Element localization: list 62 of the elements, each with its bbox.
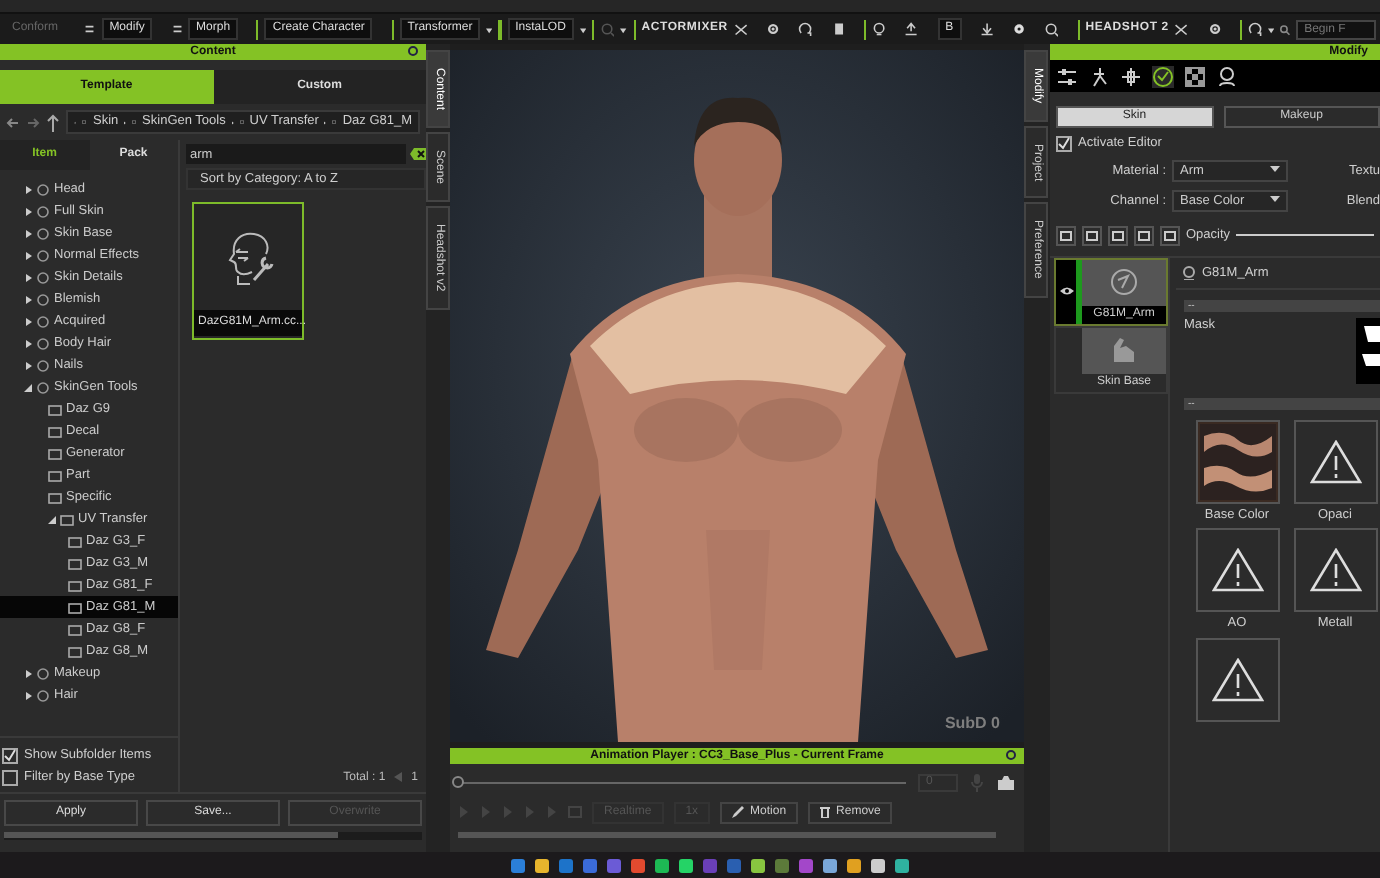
figure-icon[interactable] <box>1088 65 1110 87</box>
expand-arrow-icon[interactable] <box>24 361 32 369</box>
expand-arrow-icon[interactable] <box>24 251 32 259</box>
caret-icon[interactable] <box>486 25 493 33</box>
forward-icon[interactable] <box>26 115 40 129</box>
checkbox[interactable] <box>1056 135 1072 152</box>
pen-icon <box>732 806 745 819</box>
refresh-icon[interactable] <box>798 20 814 38</box>
expand-arrow-icon[interactable] <box>24 273 32 281</box>
crosshair-icon[interactable] <box>1120 65 1142 87</box>
scrollbar[interactable] <box>4 832 422 840</box>
texture-slot[interactable] <box>1293 419 1377 504</box>
caret-icon[interactable] <box>579 25 587 33</box>
texture-slot[interactable] <box>1293 528 1377 613</box>
expand-arrow-icon[interactable] <box>24 185 32 193</box>
upload-icon[interactable] <box>904 20 919 38</box>
expand-arrow-icon[interactable] <box>24 207 32 215</box>
texture-slot[interactable] <box>1195 637 1279 722</box>
warning-icon <box>1211 657 1263 702</box>
download-icon[interactable] <box>979 20 994 38</box>
checker-icon[interactable] <box>1184 65 1206 87</box>
close-icon[interactable] <box>1006 750 1016 760</box>
viewport[interactable]: SubD 0 <box>450 44 1024 748</box>
sliders-icon[interactable] <box>1056 65 1078 87</box>
back-icon[interactable] <box>6 115 20 129</box>
head-icon[interactable] <box>1216 65 1238 87</box>
expand-arrow-icon[interactable] <box>24 295 32 303</box>
scrollbar[interactable] <box>458 831 996 838</box>
expand-arrow-icon[interactable] <box>24 317 32 325</box>
mask-thumbnail <box>1356 317 1380 384</box>
warning-icon <box>1309 548 1361 593</box>
checkbox[interactable] <box>2 747 18 764</box>
character-figure[interactable] <box>486 97 988 742</box>
sliders-icon[interactable] <box>171 22 183 36</box>
warning-icon <box>1309 439 1361 484</box>
expand-arrow-icon[interactable] <box>24 339 32 347</box>
head-icon <box>1182 265 1196 280</box>
clear-icon[interactable] <box>410 148 426 160</box>
warning-icon <box>1211 548 1263 593</box>
sliders-icon[interactable] <box>84 22 96 36</box>
texture-slot[interactable] <box>1195 528 1279 613</box>
render-info: SubD 0 <box>944 713 1000 732</box>
block-icon[interactable] <box>831 20 846 38</box>
bulb-icon[interactable] <box>872 20 887 38</box>
expand-arrow-icon[interactable] <box>24 691 32 699</box>
texture-slot[interactable] <box>1195 419 1279 504</box>
caret-icon[interactable] <box>1270 166 1280 175</box>
zoom-icon[interactable] <box>1044 20 1059 38</box>
timeline-slider[interactable] <box>452 775 464 787</box>
camera-icon[interactable] <box>996 774 1016 790</box>
caret-icon[interactable] <box>1270 196 1280 205</box>
up-icon[interactable] <box>46 113 60 131</box>
skin-texture-thumbnail <box>1199 423 1275 500</box>
collapse-arrow-icon[interactable] <box>24 383 32 391</box>
collapse-arrow-icon[interactable] <box>48 515 56 523</box>
search-icon[interactable] <box>1280 23 1291 35</box>
expand-arrow-icon[interactable] <box>24 669 32 677</box>
close-icon[interactable] <box>408 46 418 56</box>
refresh-icon[interactable] <box>1248 20 1263 38</box>
checkbox[interactable] <box>2 769 18 786</box>
caret-icon[interactable] <box>1268 25 1275 33</box>
expand-arrow-icon[interactable] <box>24 229 32 237</box>
